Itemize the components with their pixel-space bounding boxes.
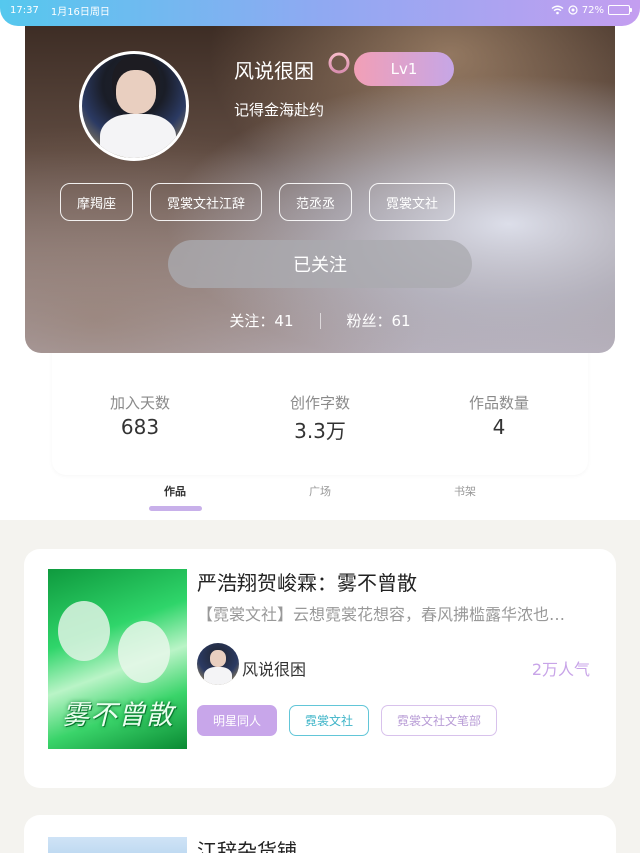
follow-counts: 关注：41 粉丝：61 xyxy=(25,310,615,331)
stat-label: 加入天数 xyxy=(109,394,170,412)
author-avatar[interactable] xyxy=(197,643,239,685)
profile-tag[interactable]: 霓裳文社 xyxy=(369,183,456,221)
author-avatar-head xyxy=(210,650,226,667)
profile-tags: 摩羯座 霓裳文社江辞 范丞丞 霓裳文社 xyxy=(60,183,456,221)
popularity: 2万人气 xyxy=(531,660,590,679)
avatar[interactable] xyxy=(79,51,189,161)
username: 风说很困 xyxy=(234,59,314,83)
profile-tag[interactable]: 范丞丞 xyxy=(279,183,353,221)
stat-value: 683 xyxy=(120,415,160,439)
wifi-icon xyxy=(551,5,564,15)
work-description: 【霓裳文社】云想霓裳花想容，春风拂槛露华浓也… xyxy=(197,605,566,624)
profile-header-card: 风说很困 Lv1 记得金海赴约 摩羯座 霓裳文社江辞 范丞丞 霓裳文社 已关注 … xyxy=(25,14,615,353)
stat-label: 创作字数 xyxy=(289,394,350,412)
level-badge: Lv1 xyxy=(354,52,454,86)
following-count[interactable]: 关注：41 xyxy=(229,310,293,331)
profile-tabs: 作品 广场 书架 xyxy=(0,483,640,515)
battery-icon xyxy=(608,5,632,15)
status-bar: 17:37 1月16日周日 72% xyxy=(0,0,640,26)
work-card[interactable]: 雾不曾散 严浩翔贺峻霖：雾不曾散 【霓裳文社】云想霓裳花想容，春风拂槛露华浓也…… xyxy=(24,549,616,788)
stat-word-count: 创作字数 3.3万 xyxy=(240,392,400,444)
stat-works-count: 作品数量 4 xyxy=(419,392,579,439)
author-name: 风说很困 xyxy=(242,660,307,679)
author-avatar-body xyxy=(204,667,232,685)
tab-active-indicator xyxy=(149,506,202,511)
signature: 记得金海赴约 xyxy=(234,101,325,119)
work-cover[interactable] xyxy=(48,837,187,853)
female-icon xyxy=(328,52,350,89)
location-icon xyxy=(568,5,578,15)
work-tag[interactable]: 霓裳文社 xyxy=(289,705,370,736)
tab-works[interactable]: 作品 xyxy=(135,483,215,499)
work-card[interactable]: 江辞杂货铺 xyxy=(24,815,616,853)
work-title[interactable]: 严浩翔贺峻霖：雾不曾散 xyxy=(197,567,417,596)
followers-count[interactable]: 粉丝：61 xyxy=(347,310,411,331)
work-tags: 明星同人 霓裳文社 霓裳文社文笔部 xyxy=(197,705,498,736)
cover-title: 雾不曾散 xyxy=(62,700,174,731)
status-time: 17:37 xyxy=(10,4,39,16)
work-cover[interactable]: 雾不曾散 xyxy=(48,569,187,749)
follow-button[interactable]: 已关注 xyxy=(168,240,472,288)
cover-figure xyxy=(118,621,170,683)
profile-tag[interactable]: 摩羯座 xyxy=(60,183,134,221)
work-tag-category[interactable]: 明星同人 xyxy=(197,705,278,736)
counts-divider xyxy=(319,312,321,329)
status-right: 72% xyxy=(551,4,632,16)
stat-value: 4 xyxy=(492,415,506,439)
tab-bookshelf[interactable]: 书架 xyxy=(425,483,505,499)
work-title[interactable]: 江辞杂货铺 xyxy=(197,835,297,853)
stat-join-days: 加入天数 683 xyxy=(60,392,220,439)
work-tag[interactable]: 霓裳文社文笔部 xyxy=(381,705,498,736)
stat-value: 3.3万 xyxy=(294,419,346,443)
status-date: 1月16日周日 xyxy=(50,6,110,18)
cover-figure xyxy=(58,601,110,661)
avatar-body xyxy=(100,114,176,158)
avatar-head xyxy=(116,70,156,114)
profile-tag[interactable]: 霓裳文社江辞 xyxy=(150,183,263,221)
stat-label: 作品数量 xyxy=(468,394,529,412)
battery-percent: 72% xyxy=(581,4,604,16)
tab-square[interactable]: 广场 xyxy=(280,483,360,499)
stats-panel: 加入天数 683 创作字数 3.3万 作品数量 4 xyxy=(52,340,588,475)
